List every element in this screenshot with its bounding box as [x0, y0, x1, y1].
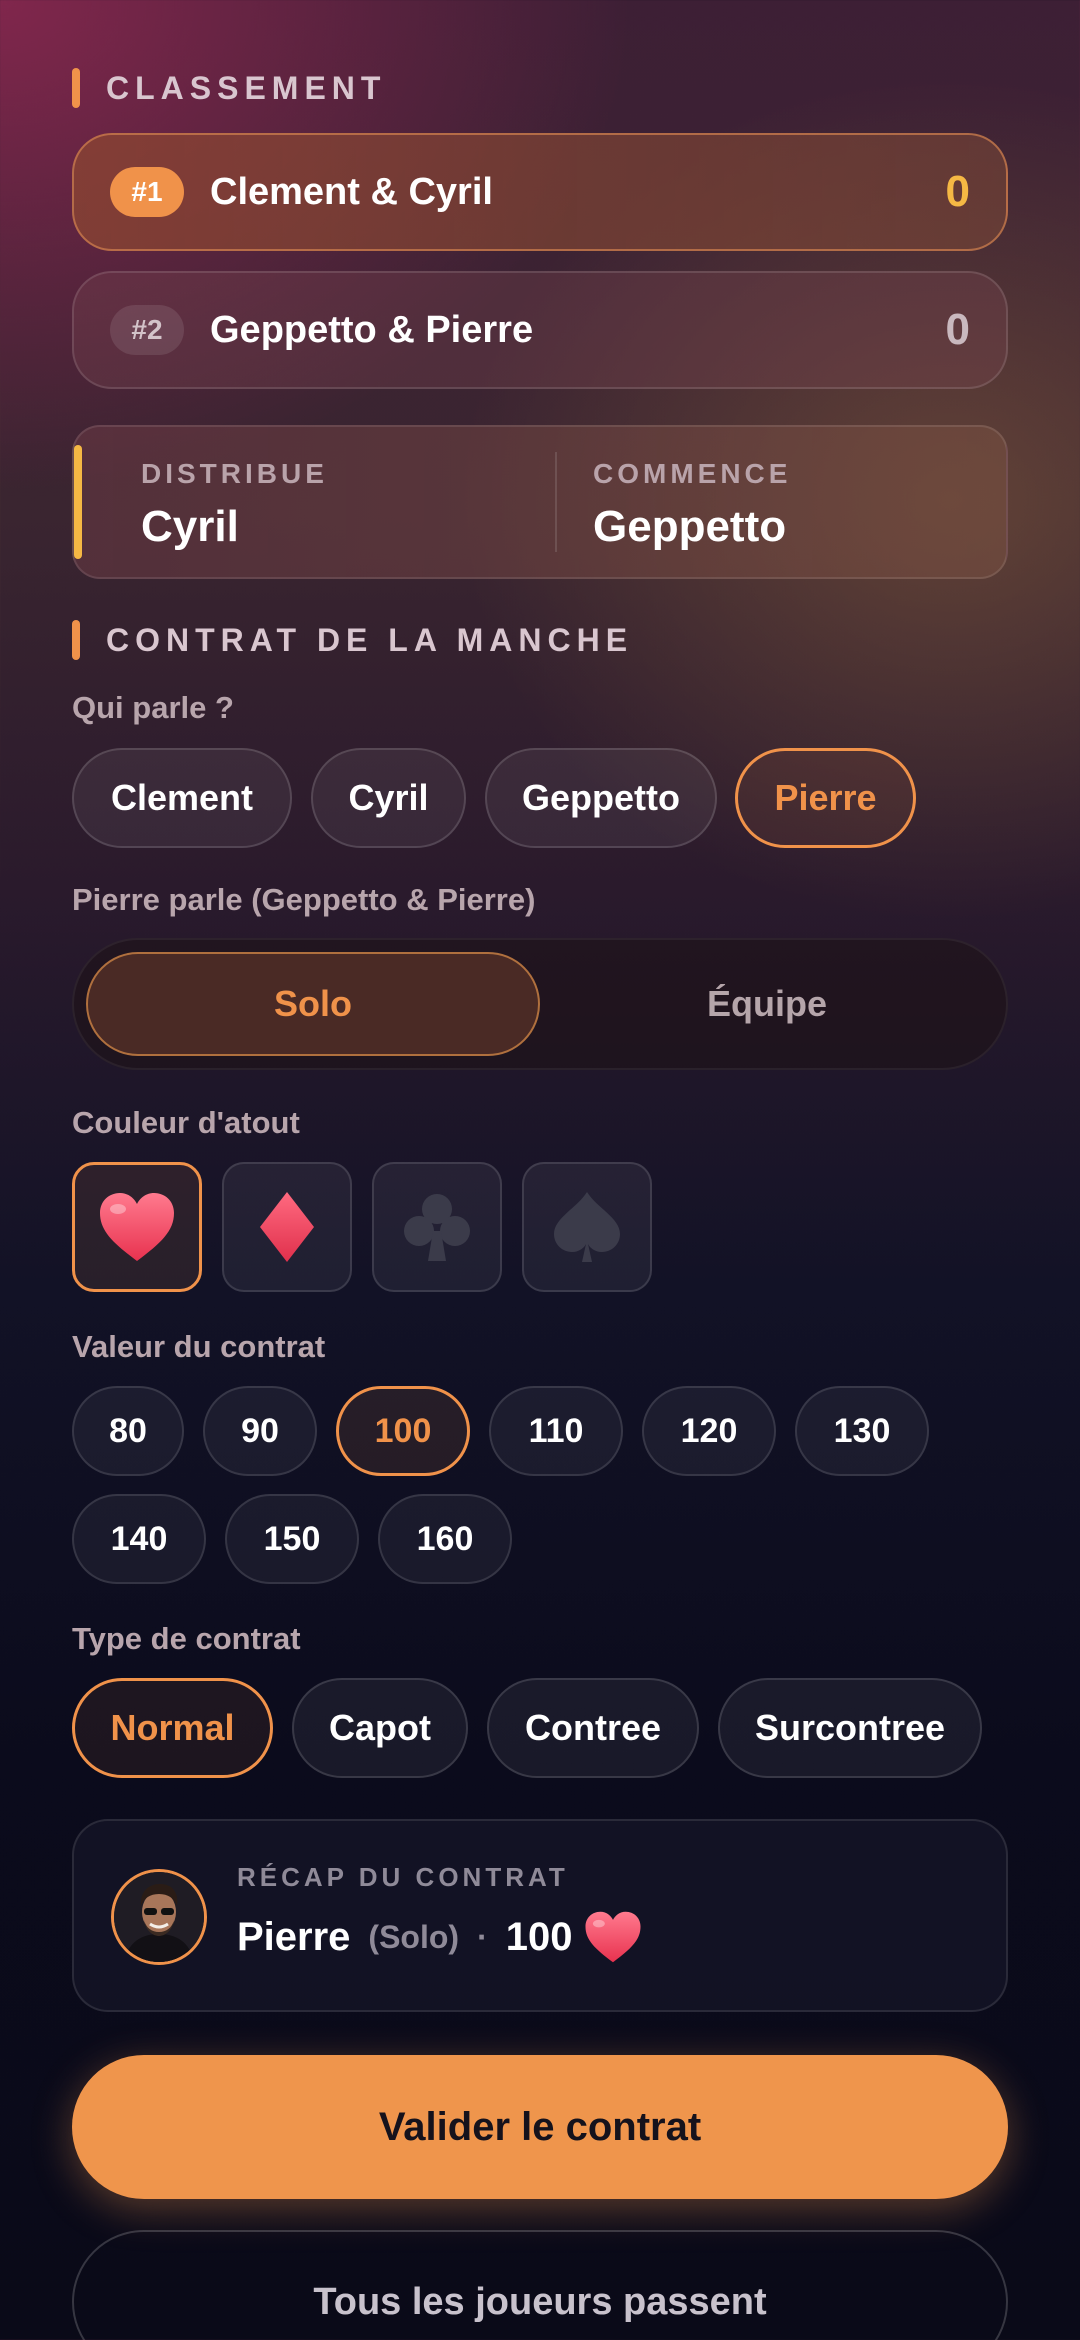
speaker-question: Qui parle ? — [72, 690, 234, 725]
value-chip-120[interactable]: 120 — [642, 1386, 776, 1476]
team-score: 0 — [945, 167, 970, 216]
round-info-accent — [74, 445, 82, 559]
player-avatar-image — [114, 1872, 204, 1962]
spade-icon — [554, 1192, 620, 1262]
section-accent-bar — [72, 620, 80, 660]
starter-label: COMMENCE — [593, 458, 792, 489]
rank-badge: #2 — [110, 305, 184, 355]
value-chip-140[interactable]: 140 — [72, 1494, 206, 1584]
section-accent-bar — [72, 68, 80, 108]
recap-player: Pierre — [237, 1914, 351, 1959]
type-pill-capot[interactable]: Capot — [292, 1678, 468, 1778]
type-label: Type de contrat — [72, 1621, 301, 1656]
recap-separator: · — [477, 1918, 488, 1955]
ranking-row-2: #2 Geppetto & Pierre 0 — [72, 271, 1008, 389]
contract-title: CONTRAT DE LA MANCHE — [106, 621, 634, 658]
value-chip-90[interactable]: 90 — [203, 1386, 317, 1476]
player-pill-cyril[interactable]: Cyril — [311, 748, 466, 848]
team-name: Clement & Cyril — [210, 170, 493, 213]
value-chip-150[interactable]: 150 — [225, 1494, 359, 1584]
value-chip-100[interactable]: 100 — [336, 1386, 470, 1476]
recap-value: 100 — [505, 1914, 573, 1959]
value-chip-160[interactable]: 160 — [378, 1494, 512, 1584]
suit-club-button[interactable] — [372, 1162, 502, 1292]
suit-heart-button[interactable] — [72, 1162, 202, 1292]
recap-mode: (Solo) — [368, 1918, 460, 1955]
avatar — [111, 1869, 207, 1965]
dealer-name: Cyril — [141, 502, 239, 551]
player-pill-geppetto[interactable]: Geppetto — [485, 748, 717, 848]
contract-section-header: CONTRAT DE LA MANCHE — [72, 620, 633, 660]
trump-label: Couleur d'atout — [72, 1105, 300, 1140]
type-pill-contree[interactable]: Contree — [487, 1678, 699, 1778]
ranking-title: CLASSEMENT — [106, 69, 387, 106]
suit-diamond-button[interactable] — [222, 1162, 352, 1292]
mode-solo-button[interactable]: Solo — [86, 952, 540, 1056]
player-pill-pierre[interactable]: Pierre — [735, 748, 916, 848]
player-pill-clement[interactable]: Clement — [72, 748, 292, 848]
dealer-block: DISTRIBUE Cyril — [141, 458, 328, 552]
recap-summary: Pierre (Solo) · 100 — [237, 1910, 642, 1964]
type-pill-surcontree[interactable]: Surcontree — [718, 1678, 982, 1778]
validate-contract-button[interactable]: Valider le contrat — [72, 2055, 1008, 2199]
club-icon — [404, 1194, 470, 1261]
type-pill-normal[interactable]: Normal — [72, 1678, 273, 1778]
round-info-divider — [555, 452, 557, 552]
value-chip-110[interactable]: 110 — [489, 1386, 623, 1476]
heart-icon — [100, 1193, 174, 1261]
value-chip-130[interactable]: 130 — [795, 1386, 929, 1476]
ranking-row-1: #1 Clement & Cyril 0 — [72, 133, 1008, 251]
value-chip-80[interactable]: 80 — [72, 1386, 184, 1476]
speaker-caption: Pierre parle (Geppetto & Pierre) — [72, 882, 536, 917]
heart-icon — [585, 1911, 641, 1963]
ranking-section-header: CLASSEMENT — [72, 68, 386, 108]
rank-badge: #1 — [110, 167, 184, 217]
diamond-icon — [260, 1192, 314, 1262]
team-name: Geppetto & Pierre — [210, 308, 534, 351]
dealer-label: DISTRIBUE — [141, 458, 328, 489]
all-pass-button[interactable]: Tous les joueurs passent — [72, 2230, 1008, 2340]
starter-block: COMMENCE Geppetto — [593, 458, 791, 552]
value-label: Valeur du contrat — [72, 1329, 326, 1364]
mode-team-button[interactable]: Équipe — [540, 952, 994, 1056]
suit-spade-button[interactable] — [522, 1162, 652, 1292]
starter-name: Geppetto — [593, 502, 787, 551]
recap-label: RÉCAP DU CONTRAT — [237, 1862, 569, 1892]
team-score: 0 — [945, 305, 970, 354]
